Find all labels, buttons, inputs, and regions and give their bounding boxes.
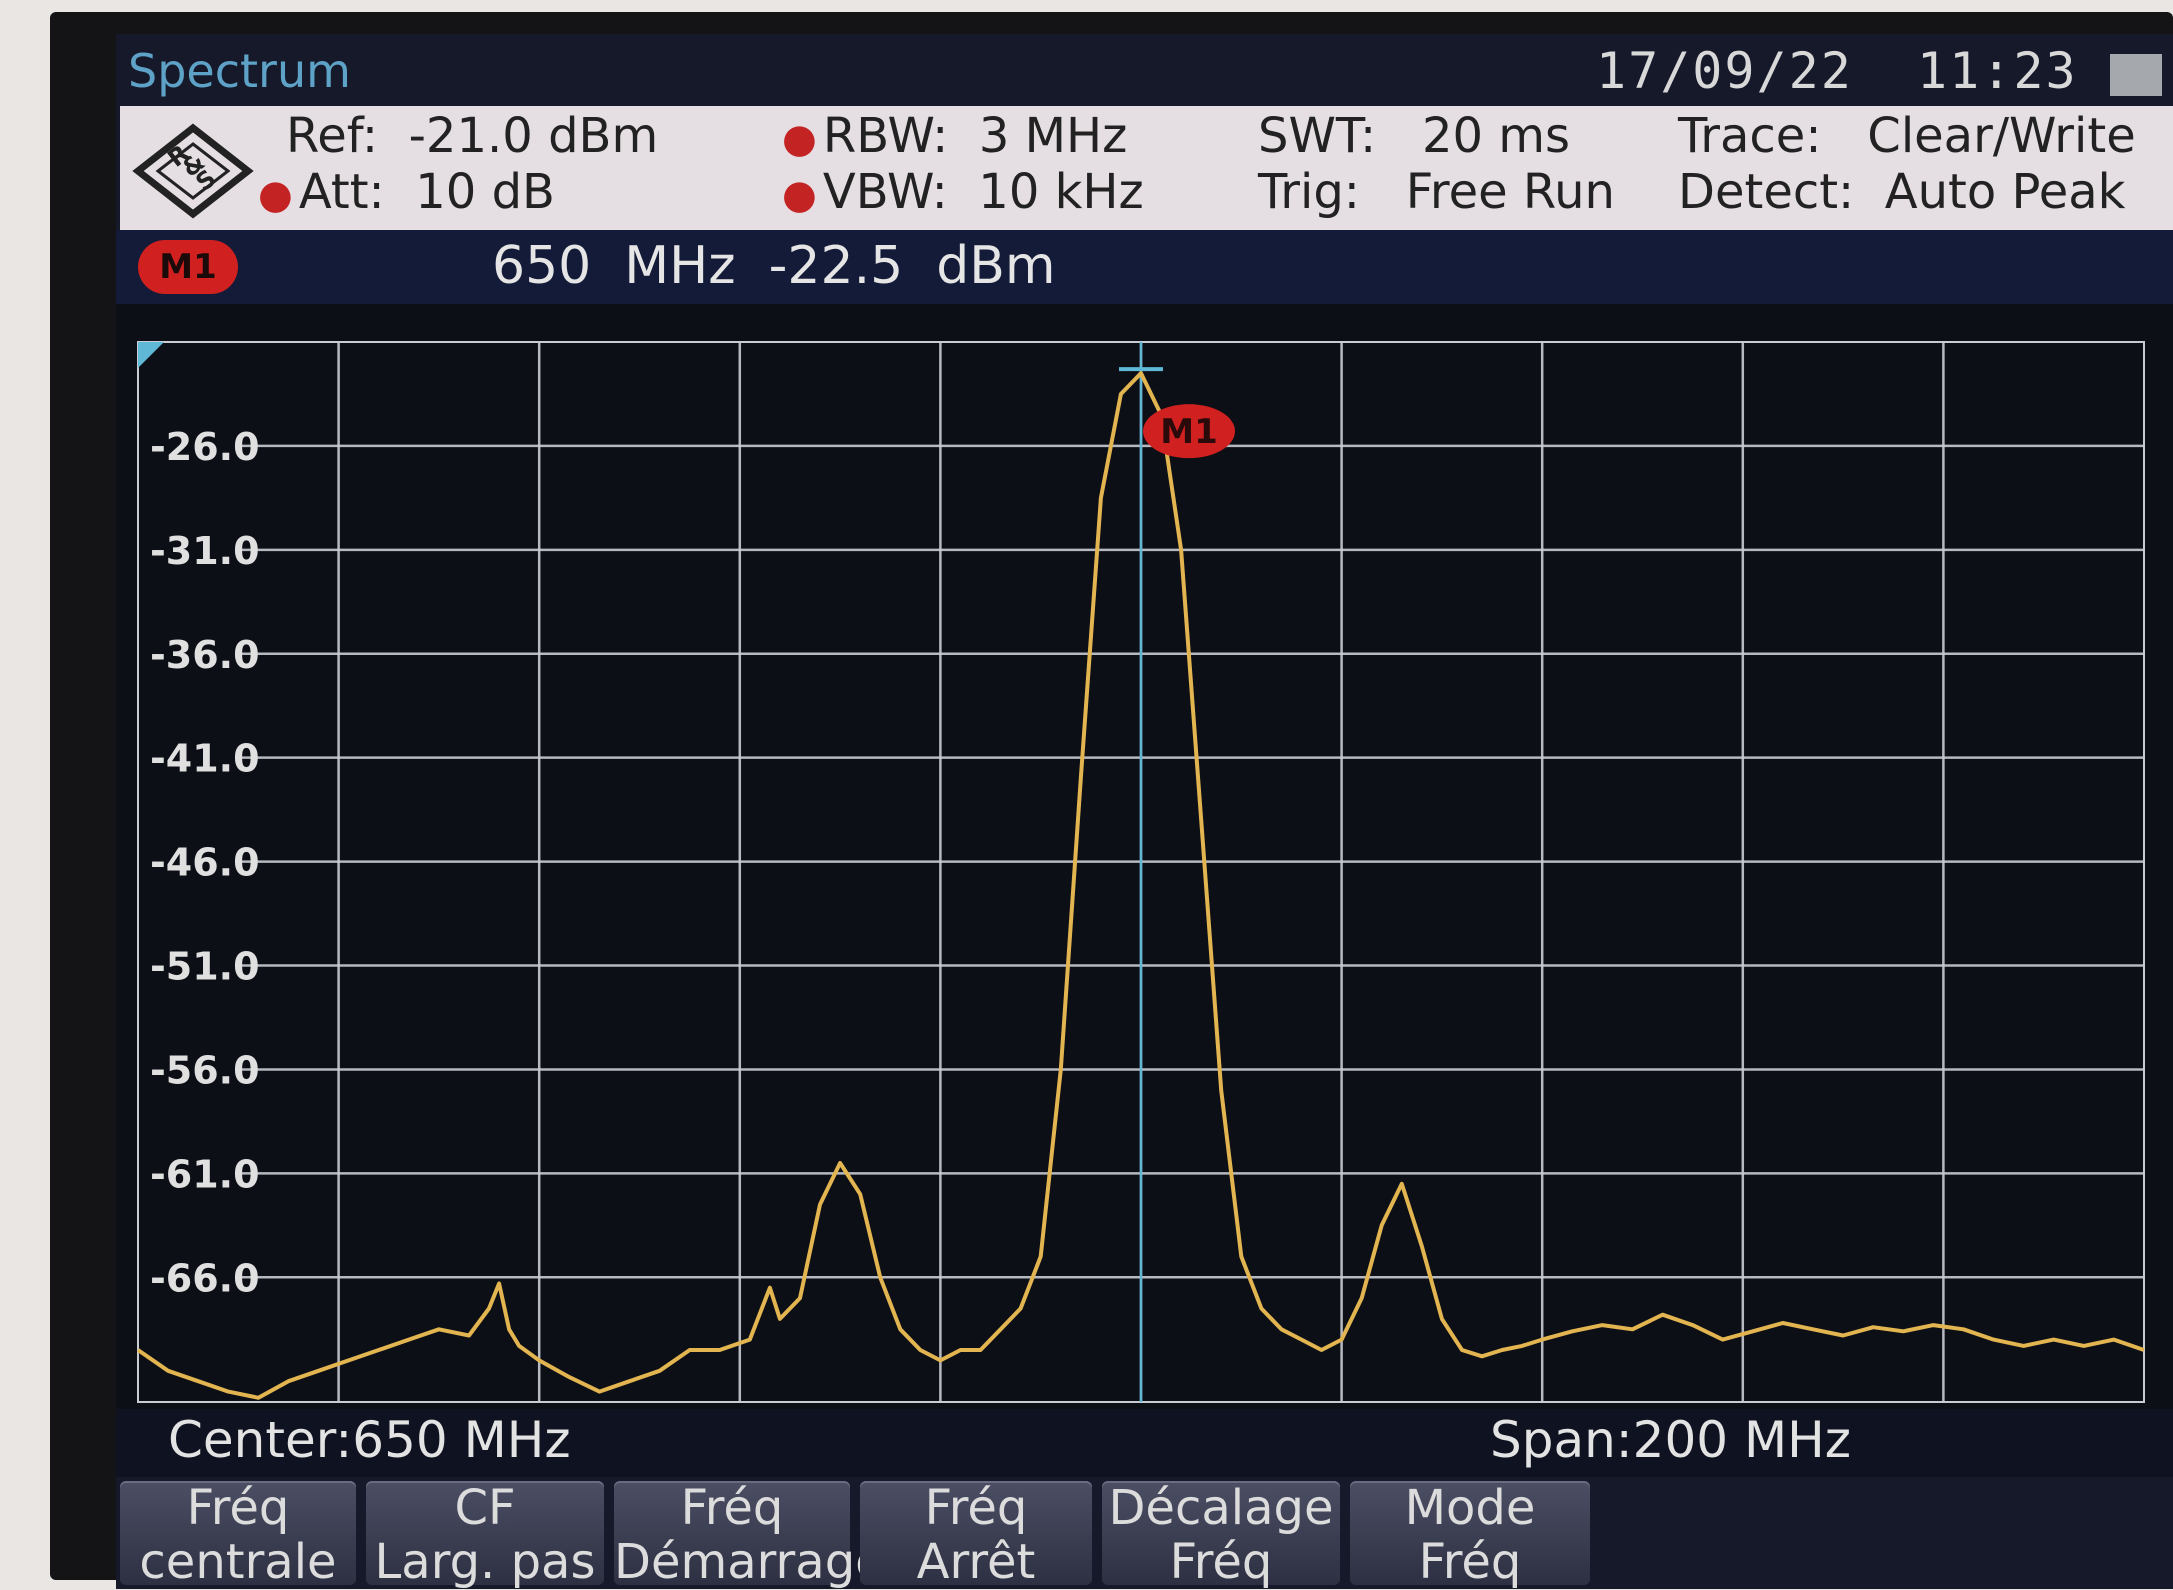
date: 17/09/22	[1596, 42, 1853, 100]
softkey-line2: Démarrage	[614, 1534, 885, 1590]
attenuation[interactable]: ● Att: 10 dB	[258, 164, 555, 220]
softkey-line2: centrale	[139, 1534, 337, 1590]
trigger[interactable]: Trig: Free Run	[1258, 164, 1615, 220]
y-tick-label: -61.0	[150, 1152, 260, 1196]
detect-value: Auto Peak	[1884, 164, 2126, 220]
rohde-schwarz-logo-icon: R & S	[132, 123, 254, 219]
ref-label: Ref:	[286, 108, 379, 164]
swt-value: 20 ms	[1421, 108, 1571, 164]
manual-dot-icon: ●	[782, 116, 817, 162]
marker-bar: M1 650 MHz -22.5 dBm	[116, 230, 2173, 304]
trace-value: Clear/Write	[1867, 108, 2136, 164]
trig-value: Free Run	[1405, 164, 1615, 220]
y-tick-label: -41.0	[150, 737, 260, 781]
softkey-line2: Fréq	[1169, 1534, 1273, 1590]
y-tick-label: -26.0	[150, 425, 260, 469]
rbw-label: RBW:	[822, 108, 949, 164]
y-tick-label: -66.0	[150, 1256, 260, 1300]
softkey-freq-mode[interactable]: Mode Fréq	[1350, 1480, 1590, 1589]
reference-corner-icon	[138, 342, 164, 368]
spectrum-plot[interactable]: -26.0 -31.0 -36.0 -41.0 -46.0 -51.0 -56.0 -61.0…	[116, 304, 2173, 1409]
swt-label: SWT:	[1258, 108, 1377, 164]
settings-bar: R & S Ref: -21.0 dBm ● Att: 10 dB ● RBW: 3…	[120, 106, 2173, 230]
softkey-start-freq[interactable]: Fréq Démarrage	[614, 1480, 885, 1589]
softkey-line1: Fréq	[680, 1480, 784, 1536]
status-indicator	[2110, 54, 2162, 96]
sweep-time[interactable]: SWT: 20 ms	[1258, 108, 1570, 164]
marker-freq: 650 MHz	[492, 236, 736, 296]
trig-label: Trig:	[1258, 164, 1360, 220]
app-title: Spectrum	[128, 44, 351, 98]
manual-dot-icon: ●	[782, 172, 817, 218]
frequency-span: Span:200 MHz	[1490, 1411, 1851, 1469]
marker-level: -22.5 dBm	[768, 236, 1056, 296]
marker-badge[interactable]: M1	[138, 240, 238, 294]
spectrum-chart[interactable]: -26.0 -31.0 -36.0 -41.0 -46.0 -51.0 -56.0 -61.0…	[116, 304, 2173, 1409]
datetime: 17/09/22 11:23 ·	[1596, 42, 2142, 100]
softkey-line1: Fréq	[186, 1480, 290, 1536]
ref-value: -21.0 dBm	[408, 108, 659, 164]
att-label: Att:	[298, 164, 385, 220]
softkey-line1: Décalage	[1108, 1480, 1334, 1536]
softkey-bar: Fréq centrale CF Larg. pas Fréq Démarrag…	[116, 1477, 2173, 1589]
trace-label: Trace:	[1678, 108, 1822, 164]
center-frequency: Center:650 MHz	[168, 1411, 571, 1469]
y-tick-label: -31.0	[150, 529, 260, 573]
vbw-value: 10 kHz	[978, 164, 1144, 220]
softkey-freq-offset[interactable]: Décalage Fréq	[1102, 1480, 1340, 1589]
device-bezel: Spectrum 17/09/22 11:23 · R & S Ref: -21…	[50, 12, 2173, 1589]
softkey-line1: CF	[454, 1480, 516, 1536]
time: 11:23 ·	[1917, 42, 2142, 100]
rbw[interactable]: ● RBW: 3 MHz	[782, 108, 1127, 164]
softkey-center-freq[interactable]: Fréq centrale	[120, 1480, 356, 1589]
y-tick-label: -56.0	[150, 1048, 260, 1092]
frequency-info-bar: Center:650 MHz Span:200 MHz	[116, 1409, 2173, 1477]
detect-label: Detect:	[1678, 164, 1855, 220]
softkey-line2: Arrêt	[916, 1534, 1036, 1590]
marker-readout: 650 MHz -22.5 dBm	[492, 236, 1056, 296]
att-value: 10 dB	[415, 164, 555, 220]
y-tick-label: -46.0	[150, 841, 260, 885]
softkey-stop-freq[interactable]: Fréq Arrêt	[860, 1480, 1092, 1589]
softkey-line1: Fréq	[924, 1480, 1028, 1536]
y-tick-label: -51.0	[150, 945, 260, 989]
ref-level[interactable]: Ref: -21.0 dBm	[286, 108, 658, 164]
softkey-cf-step[interactable]: CF Larg. pas	[366, 1480, 604, 1589]
y-tick-label: -36.0	[150, 633, 260, 677]
vbw[interactable]: ● VBW: 10 kHz	[782, 164, 1144, 220]
softkey-line1: Mode	[1404, 1480, 1536, 1536]
vbw-label: VBW:	[822, 164, 948, 220]
detector[interactable]: Detect: Auto Peak	[1678, 164, 2125, 220]
manual-dot-icon: ●	[258, 172, 293, 218]
trace-mode[interactable]: Trace: Clear/Write	[1678, 108, 2136, 164]
rbw-value: 3 MHz	[978, 108, 1128, 164]
title-bar: Spectrum 17/09/22 11:23 ·	[116, 34, 2173, 106]
softkey-line2: Larg. pas	[374, 1534, 596, 1590]
softkey-line2: Fréq	[1418, 1534, 1522, 1590]
marker-label-plot: M1	[1160, 412, 1218, 452]
screen: Spectrum 17/09/22 11:23 · R & S Ref: -21…	[116, 34, 2173, 1589]
